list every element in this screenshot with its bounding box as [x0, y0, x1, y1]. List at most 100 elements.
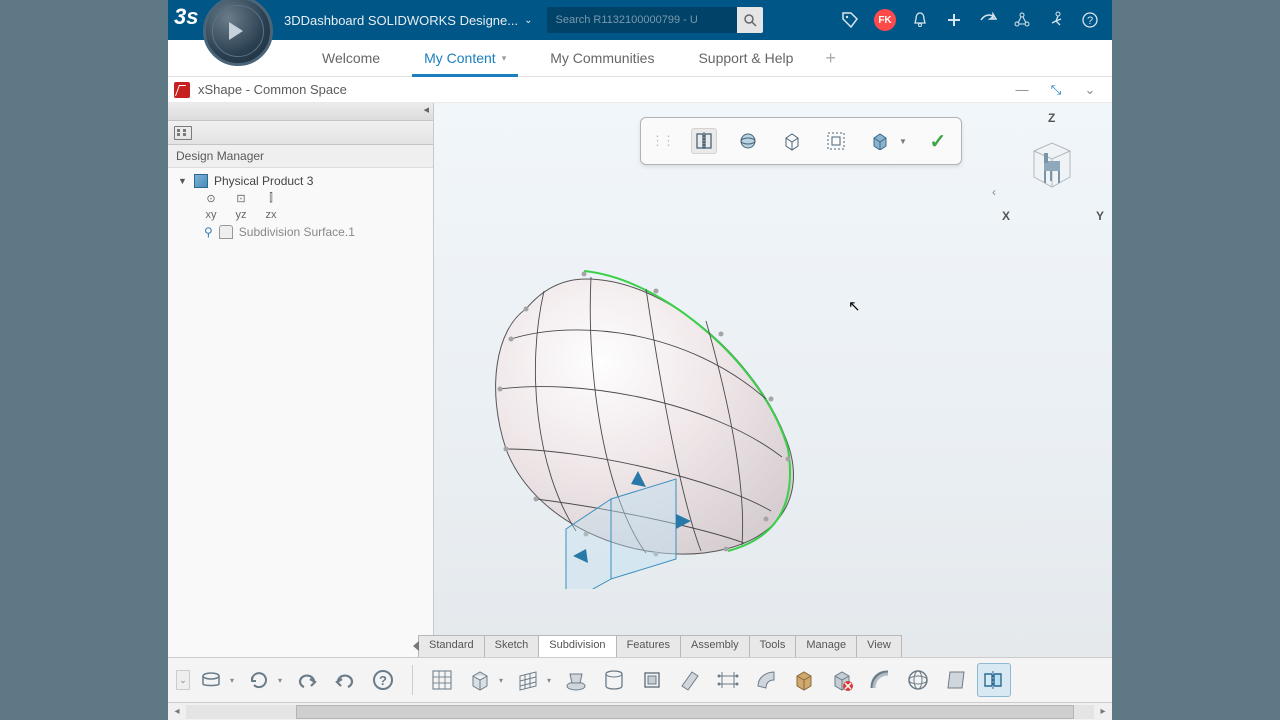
tab-standard[interactable]: Standard — [418, 635, 485, 657]
cmd-redo[interactable] — [328, 663, 362, 697]
tool-confirm[interactable]: ✓ — [925, 128, 951, 154]
bell-icon[interactable] — [910, 10, 930, 30]
scroll-right-icon[interactable]: ▸ — [1094, 706, 1112, 717]
gizmo-collapse-icon[interactable]: ‹ — [992, 185, 996, 199]
tree-twisty-icon[interactable]: ▼ — [178, 176, 188, 186]
ds-logo: 3s — [174, 4, 198, 30]
tag-icon[interactable] — [840, 10, 860, 30]
cmd-extrude[interactable] — [559, 663, 593, 697]
search-button[interactable] — [737, 7, 763, 33]
tab-sketch[interactable]: Sketch — [484, 635, 540, 657]
search-input[interactable] — [547, 7, 737, 33]
plane-icon-3[interactable]: ⫿ — [264, 192, 278, 205]
cmd-save[interactable] — [194, 663, 228, 697]
tree-root[interactable]: ▼ Physical Product 3 — [168, 172, 433, 190]
navbar: Welcome My Content▾ My Communities Suppo… — [168, 40, 1112, 77]
tool-display-mode[interactable] — [867, 128, 893, 154]
cmd-face[interactable] — [635, 663, 669, 697]
axis-z-label: Z — [1048, 111, 1055, 125]
cmd-symmetry[interactable] — [977, 663, 1011, 697]
cmd-primitive-box[interactable] — [463, 663, 497, 697]
gizmo-cube[interactable] — [1024, 139, 1080, 195]
help-icon[interactable]: ? — [1080, 10, 1100, 30]
surface-icon — [219, 225, 233, 239]
cmdbar-more-dropdown[interactable]: ⌄ — [176, 670, 190, 690]
plane-icon-1[interactable]: ⊙ — [204, 192, 218, 205]
nav-my-communities[interactable]: My Communities — [528, 40, 676, 76]
cmd-primitive-dd[interactable]: ▾ — [499, 676, 503, 685]
viewport-3d[interactable]: ⋮⋮ ▼ ✓ Z X Y ‹ — [434, 103, 1112, 720]
plane-xy[interactable]: xy — [204, 209, 218, 221]
cmd-update-dd[interactable]: ▾ — [278, 676, 282, 685]
command-tabstrip: Standard Sketch Subdivision Features Ass… — [418, 635, 901, 657]
xshape-app-icon — [174, 82, 190, 98]
tool-sphere[interactable] — [735, 128, 761, 154]
cmd-grid-dd[interactable]: ▾ — [547, 676, 551, 685]
nav-add-tab[interactable]: + — [825, 48, 845, 69]
cmd-box-delete[interactable] — [825, 663, 859, 697]
context-toolbar: ⋮⋮ ▼ ✓ — [640, 117, 962, 165]
cmd-help[interactable]: ? — [366, 663, 400, 697]
tab-assembly[interactable]: Assembly — [680, 635, 750, 657]
nav-my-content-label: My Content — [424, 50, 496, 66]
svg-text:?: ? — [1087, 15, 1093, 27]
cmd-separator — [412, 665, 413, 695]
tree-view-icon[interactable] — [174, 126, 192, 140]
add-icon[interactable] — [944, 10, 964, 30]
scroll-thumb[interactable] — [296, 705, 1074, 719]
axis-gizmo[interactable]: Z X Y ‹ — [1002, 111, 1102, 231]
toolbar-drag-handle[interactable]: ⋮⋮ — [651, 133, 673, 149]
cmd-undo[interactable] — [290, 663, 324, 697]
tree-plane-icons-1: ⊙ ⊡ ⫿ — [168, 190, 433, 207]
scroll-left-icon[interactable]: ◂ — [168, 706, 186, 717]
user-badge[interactable]: FK — [874, 9, 896, 31]
nav-my-content[interactable]: My Content▾ — [402, 40, 528, 76]
nav-welcome[interactable]: Welcome — [300, 40, 402, 76]
sidebar-toolbar — [168, 121, 433, 145]
network-icon[interactable] — [1012, 10, 1032, 30]
main-area: Design Manager ▼ Physical Product 3 ⊙ ⊡ … — [168, 103, 1112, 720]
plane-zx[interactable]: zx — [264, 209, 278, 221]
tab-manage[interactable]: Manage — [795, 635, 857, 657]
tool-symmetry[interactable] — [691, 128, 717, 154]
command-bar: ⌄ ▾ ▾ ? ▾ ▾ — [168, 657, 1112, 702]
tab-features[interactable]: Features — [616, 635, 681, 657]
horizontal-scrollbar[interactable]: ◂ ▸ — [168, 702, 1112, 720]
nav-support-help[interactable]: Support & Help — [676, 40, 815, 76]
sidebar-collapse-handle[interactable] — [168, 103, 433, 121]
tab-subdivision[interactable]: Subdivision — [538, 635, 616, 657]
minimize-icon[interactable]: — — [1014, 82, 1030, 98]
cmd-globe[interactable] — [901, 663, 935, 697]
tree-plane-icons-2: xy yz zx — [168, 207, 433, 223]
axis-y-label: Y — [1096, 209, 1104, 223]
cmd-grid[interactable] — [511, 663, 545, 697]
plane-icon-2[interactable]: ⊡ — [234, 192, 248, 205]
cmd-save-dd[interactable]: ▾ — [230, 676, 234, 685]
cmd-update[interactable] — [242, 663, 276, 697]
plane-yz[interactable]: yz — [234, 209, 248, 221]
cmd-box-solid[interactable] — [787, 663, 821, 697]
tab-tools[interactable]: Tools — [749, 635, 797, 657]
app-dropdown-icon[interactable]: ⌄ — [524, 15, 532, 26]
share-icon[interactable] — [978, 10, 998, 30]
collapse-icon[interactable]: ⤡ — [1048, 82, 1064, 98]
cmd-bend[interactable] — [749, 663, 783, 697]
mouse-cursor: ↖ — [848, 297, 861, 315]
sidebar: Design Manager ▼ Physical Product 3 ⊙ ⊡ … — [168, 103, 434, 720]
scroll-track[interactable] — [186, 705, 1094, 719]
cmd-crease[interactable] — [863, 663, 897, 697]
tool-box-wire[interactable] — [779, 128, 805, 154]
cmd-revolve[interactable] — [597, 663, 631, 697]
tool-display-dropdown[interactable]: ▼ — [899, 137, 907, 146]
cmd-skew-face[interactable] — [939, 663, 973, 697]
cmd-primitive-plane[interactable] — [425, 663, 459, 697]
tree-subdiv-surface[interactable]: ⚲ Subdivision Surface.1 — [168, 223, 433, 241]
axis-x-label: X — [1002, 209, 1010, 223]
person-run-icon[interactable] — [1046, 10, 1066, 30]
menu-chevron-icon[interactable]: ⌄ — [1082, 82, 1098, 98]
cmd-loft[interactable] — [711, 663, 745, 697]
cmd-sweep[interactable] — [673, 663, 707, 697]
tab-view[interactable]: View — [856, 635, 902, 657]
document-title: xShape - Common Space — [198, 82, 347, 97]
tool-select-box[interactable] — [823, 128, 849, 154]
